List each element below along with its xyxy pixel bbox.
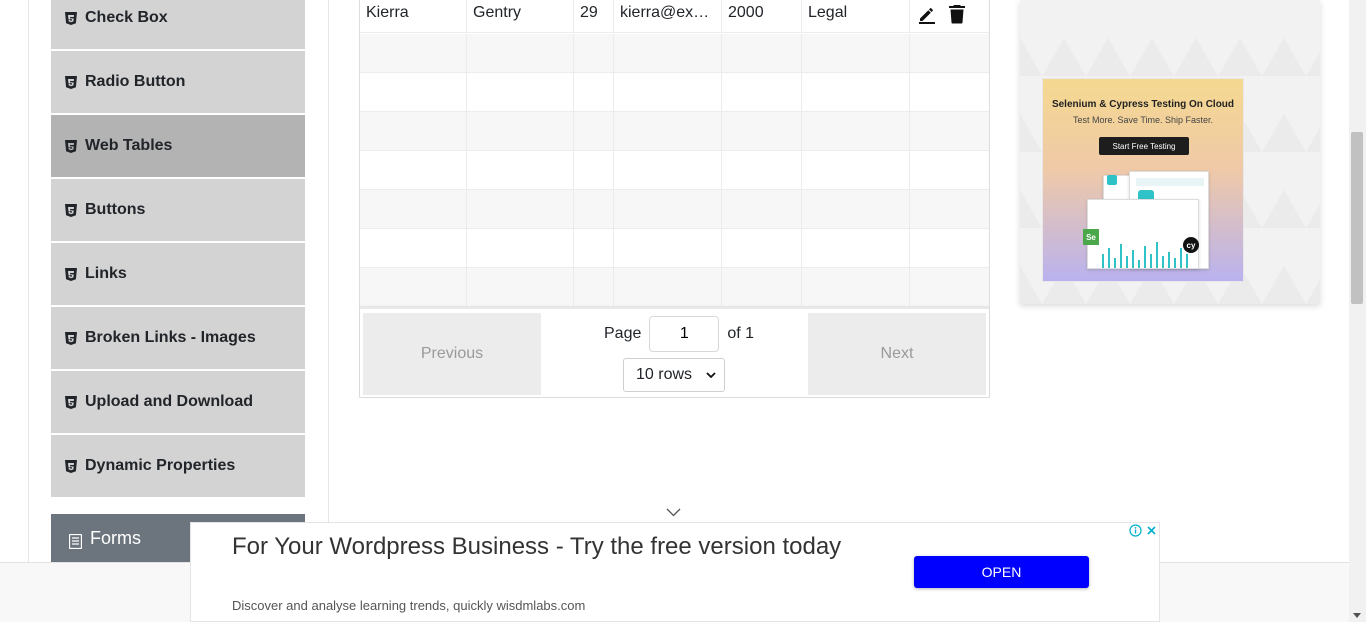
selenium-icon: Se xyxy=(1083,229,1099,245)
table-row xyxy=(360,112,989,151)
delete-icon[interactable] xyxy=(946,3,968,25)
html5-icon xyxy=(65,11,77,25)
sidebar-item-label: Check Box xyxy=(85,9,168,26)
sidebar-item-web-tables[interactable]: Web Tables xyxy=(51,115,305,177)
scrollbar-thumb[interactable] xyxy=(1351,132,1363,304)
sidebar-item-buttons[interactable]: Buttons xyxy=(51,179,305,241)
sidebar-item-links[interactable]: Links xyxy=(51,243,305,305)
table-row xyxy=(360,73,989,112)
pagination: Previous Page of 1 10 rows Next xyxy=(360,307,989,397)
ad-controls xyxy=(1128,523,1159,538)
cell-last-name: Gentry xyxy=(467,0,574,32)
cell-email: kierra@example.com xyxy=(614,0,722,32)
bottom-ad[interactable]: For Your Wordpress Business - Try the fr… xyxy=(190,522,1160,622)
table-row xyxy=(360,268,989,307)
previous-button[interactable]: Previous xyxy=(363,313,541,395)
html5-icon xyxy=(65,75,77,89)
left-panel: Check Box Radio Button Web Tables Button… xyxy=(28,0,329,562)
table-row xyxy=(360,229,989,268)
ad-subtitle: Test More. Save Time. Ship Faster. xyxy=(1072,115,1214,125)
table-row: Kierra Gentry 29 kierra@example.com 2000… xyxy=(360,0,989,33)
cell-first-name: Kierra xyxy=(360,0,467,32)
right-ad[interactable]: Selenium & Cypress Testing On Cloud Test… xyxy=(1020,0,1320,304)
cell-department: Legal xyxy=(802,0,910,32)
page-total: of 1 xyxy=(727,325,755,342)
rows-per-page-select[interactable]: 10 rows xyxy=(623,358,725,392)
document-icon xyxy=(69,533,82,549)
chevron-down-icon xyxy=(706,372,716,378)
page: Check Box Radio Button Web Tables Button… xyxy=(0,0,1366,622)
ad-accent-icon xyxy=(1107,175,1117,185)
web-table: Kierra Gentry 29 kierra@example.com 2000… xyxy=(359,0,990,398)
cell-age: 29 xyxy=(574,0,614,32)
sidebar-item-dynamic-properties[interactable]: Dynamic Properties xyxy=(51,435,305,497)
sidebar-item-label: Buttons xyxy=(85,201,146,218)
html5-icon xyxy=(65,139,77,153)
cypress-icon: cy xyxy=(1183,237,1199,253)
html5-icon xyxy=(65,459,77,473)
sidebar-item-label: Web Tables xyxy=(85,137,173,154)
sidebar-item-label: Dynamic Properties xyxy=(85,457,236,474)
html5-icon xyxy=(65,331,77,345)
sidebar-item-upload-download[interactable]: Upload and Download xyxy=(51,371,305,433)
sidebar-group-label: Forms xyxy=(90,527,141,548)
table-row xyxy=(360,151,989,190)
sidebar-item-broken-links[interactable]: Broken Links - Images xyxy=(51,307,305,369)
ad-cta-button[interactable]: Start Free Testing xyxy=(1099,137,1189,155)
sidebar-item-label: Broken Links - Images xyxy=(85,329,256,346)
page-label: Page xyxy=(604,325,642,342)
sidebar-item-label: Links xyxy=(85,265,127,282)
ad-close-icon[interactable] xyxy=(1144,523,1159,538)
ad-info-icon[interactable] xyxy=(1128,523,1143,538)
ad-headline[interactable]: For Your Wordpress Business - Try the fr… xyxy=(232,531,872,563)
cell-salary: 2000 xyxy=(722,0,802,32)
cell-action xyxy=(910,0,989,32)
page-jump-input[interactable] xyxy=(649,316,720,352)
sidebar-item-label: Upload and Download xyxy=(85,393,253,410)
html5-icon xyxy=(65,203,77,217)
rows-select-value: 10 rows xyxy=(636,366,693,383)
chevron-down-icon[interactable] xyxy=(666,508,681,517)
ad-description: Discover and analyse learning trends, qu… xyxy=(232,598,586,613)
sidebar-item-label: Radio Button xyxy=(85,73,186,90)
ad-title: Selenium & Cypress Testing On Cloud xyxy=(1051,99,1235,110)
page-info: Page of 1 xyxy=(604,316,754,352)
table-row xyxy=(360,34,989,73)
open-button[interactable]: OPEN xyxy=(914,556,1089,588)
ad-dashboard xyxy=(1087,199,1199,269)
html5-icon xyxy=(65,267,77,281)
scroll-down-arrow-icon[interactable] xyxy=(1353,613,1361,618)
html5-icon xyxy=(65,395,77,409)
ad-banner[interactable]: Selenium & Cypress Testing On Cloud Test… xyxy=(1042,78,1244,282)
page-scrollbar[interactable] xyxy=(1349,0,1366,622)
edit-icon[interactable] xyxy=(916,3,938,25)
table-row xyxy=(360,190,989,229)
next-button[interactable]: Next xyxy=(808,313,986,395)
sidebar-item-check-box[interactable]: Check Box xyxy=(51,0,305,49)
sidebar-item-radio-button[interactable]: Radio Button xyxy=(51,51,305,113)
